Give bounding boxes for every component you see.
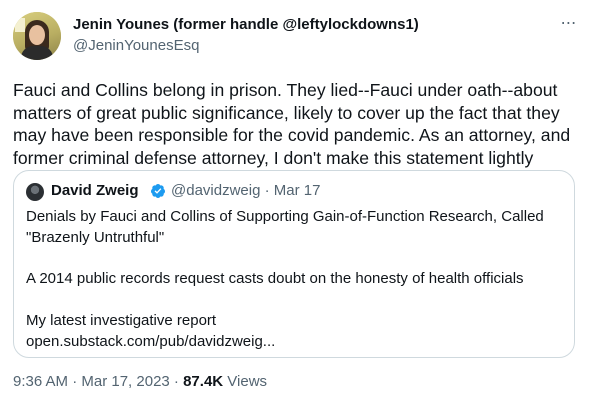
tweet-timestamp[interactable]: 9:36 AM · Mar 17, 2023 · [13,373,183,390]
quoted-tweet-card[interactable]: David Zweig @davidzweig · Mar 17 Denials… [13,170,575,358]
author-handle[interactable]: @JeninYounesEsq [73,36,199,56]
quoted-tweet-text: Denials by Fauci and Collins of Supporti… [26,207,566,353]
quoted-text-line [26,290,566,311]
tweet-text-line: matters of great public significance, li… [13,102,560,123]
quoted-author-handle-date: @davidzweig · Mar 17 [171,182,321,199]
quoted-link-text[interactable]: open.substack.com/pub/davidzweig... [26,332,566,353]
author-display-name[interactable]: Jenin Younes (former handle @leftylockdo… [73,15,419,35]
tweet-text-line: may have been responsible for the covid … [13,125,571,145]
tweet-text: Fauci and Collins belong in prison. They… [13,79,578,169]
tweet: Jenin Younes (former handle @leftylockdo… [0,0,589,403]
quoted-author-name: David Zweig [51,182,139,199]
tweet-meta: 9:36 AM · Mar 17, 2023 · 87.4K Views [13,372,267,392]
tweet-text-line: former criminal defense attorney, I don'… [13,147,534,168]
quoted-text-line: My latest investigative report [26,311,217,329]
more-options-icon[interactable]: ⋯ [556,14,582,34]
quoted-author-avatar [26,183,44,201]
quoted-text-line: "Brazenly Untruthful" [26,228,165,246]
views-label: Views [223,373,268,390]
views-count: 87.4K [183,373,224,390]
author-avatar[interactable] [13,12,61,60]
quoted-text-line: A 2014 public records request casts doub… [26,270,524,288]
tweet-text-line: Fauci and Collins belong in prison. They… [13,80,558,100]
verified-badge-icon [150,184,165,198]
quoted-text-line [26,249,566,270]
quoted-text-line: Denials by Fauci and Collins of Supporti… [26,208,544,225]
